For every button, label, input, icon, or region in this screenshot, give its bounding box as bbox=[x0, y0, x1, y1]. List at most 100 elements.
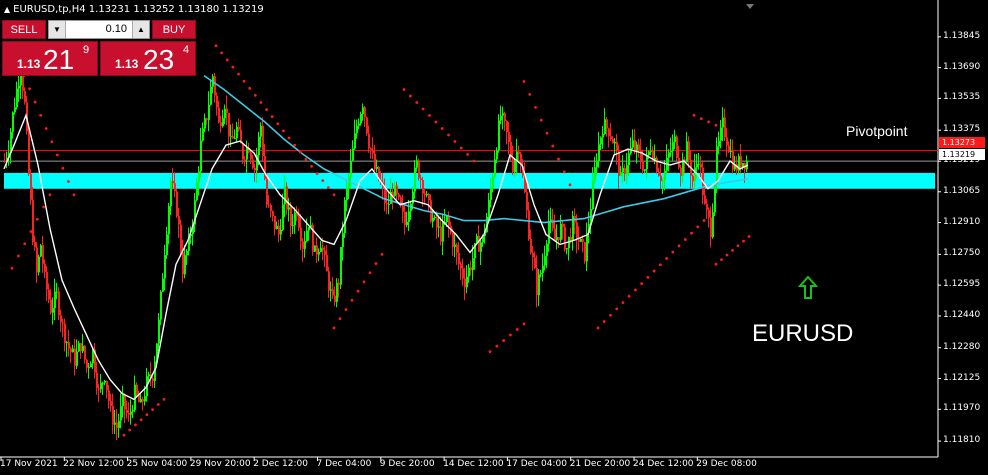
candle-body bbox=[342, 233, 344, 247]
sar-dot bbox=[692, 113, 696, 117]
candle-body bbox=[560, 223, 562, 241]
moving-averages-layer bbox=[3, 74, 749, 401]
candle-body bbox=[98, 388, 100, 390]
candle-body bbox=[24, 91, 26, 103]
candle-body bbox=[126, 409, 128, 413]
sar-dot bbox=[362, 280, 366, 284]
candle-body bbox=[538, 274, 540, 296]
price-tick-label: 1.13845 bbox=[943, 30, 981, 41]
candle-body bbox=[618, 151, 620, 176]
candle-body bbox=[202, 128, 204, 141]
sar-dot bbox=[134, 423, 137, 427]
candle-body bbox=[442, 222, 444, 242]
candle-body bbox=[648, 151, 650, 156]
candle-body bbox=[644, 169, 646, 171]
sar-dot bbox=[35, 217, 39, 221]
candle-body bbox=[292, 225, 294, 227]
candle-body bbox=[604, 119, 606, 134]
candle-body bbox=[576, 222, 578, 240]
candle-body bbox=[262, 125, 264, 157]
candle-body bbox=[384, 187, 386, 204]
collapse-triangle-icon[interactable]: ▲ bbox=[4, 5, 10, 14]
sar-dot bbox=[61, 166, 65, 170]
bid-price-label: 1.13219 bbox=[939, 149, 985, 160]
lot-size-field[interactable]: ▼ 0.10 ▲ bbox=[48, 20, 150, 39]
candle-body bbox=[16, 88, 18, 108]
lot-increase-icon[interactable]: ▲ bbox=[132, 21, 149, 38]
candle-body bbox=[542, 265, 544, 273]
candle-body bbox=[462, 268, 464, 279]
candle-body bbox=[158, 319, 160, 344]
candle-body bbox=[246, 147, 248, 160]
sar-dot bbox=[568, 183, 572, 187]
candle-body bbox=[638, 144, 640, 151]
sell-button[interactable]: SELL bbox=[2, 20, 46, 39]
candle-body bbox=[140, 399, 142, 403]
candle-body bbox=[100, 382, 102, 390]
candle-body bbox=[330, 289, 332, 291]
candle-body bbox=[634, 140, 636, 151]
candle-body bbox=[116, 422, 118, 428]
sar-dot bbox=[287, 136, 291, 140]
candle-body bbox=[714, 184, 716, 213]
candle-body bbox=[534, 257, 536, 269]
buy-button[interactable]: BUY bbox=[152, 20, 196, 39]
candle-body bbox=[540, 272, 542, 275]
sar-dot bbox=[699, 117, 703, 121]
candle-body bbox=[512, 157, 514, 173]
candle-body bbox=[624, 167, 626, 174]
sell-quote-button[interactable]: 1.13 21 9 bbox=[2, 41, 98, 76]
candle-body bbox=[320, 247, 322, 252]
candle-body bbox=[118, 420, 120, 428]
candle-body bbox=[30, 174, 32, 200]
candle-body bbox=[60, 315, 62, 323]
candle-body bbox=[668, 152, 670, 158]
candle-body bbox=[316, 245, 318, 255]
candle-body bbox=[468, 267, 470, 277]
sar-dot bbox=[557, 157, 560, 161]
candle-body bbox=[314, 245, 316, 252]
sar-dot bbox=[402, 88, 406, 91]
sar-dot bbox=[671, 250, 675, 254]
ask-big-digits: 23 bbox=[143, 44, 175, 75]
chart-header: ▲ EURUSD,tp,H4 1.13231 1.13252 1.13180 1.… bbox=[4, 4, 264, 15]
candle-body bbox=[354, 133, 356, 149]
candle-body bbox=[458, 252, 460, 265]
sar-dot bbox=[145, 413, 149, 417]
candle-body bbox=[288, 207, 290, 210]
candles-layer bbox=[4, 66, 748, 441]
candle-body bbox=[270, 204, 272, 212]
candle-body bbox=[502, 113, 504, 116]
candle-body bbox=[324, 250, 326, 255]
sar-dot bbox=[344, 308, 348, 311]
bid-pipette: 9 bbox=[83, 44, 90, 56]
candle-body bbox=[46, 272, 48, 290]
sar-dot bbox=[225, 58, 229, 62]
candle-body bbox=[352, 148, 354, 161]
candle-body bbox=[34, 242, 36, 248]
candle-body bbox=[96, 372, 98, 389]
sar-dot bbox=[725, 253, 729, 257]
sar-dot bbox=[231, 65, 235, 69]
sar-dot bbox=[356, 289, 360, 293]
sar-dot bbox=[707, 120, 711, 124]
sar-dot bbox=[259, 101, 263, 104]
candle-body bbox=[556, 237, 558, 241]
candle-body bbox=[706, 203, 708, 210]
lot-decrease-icon[interactable]: ▼ bbox=[49, 21, 66, 38]
lot-size-value[interactable]: 0.10 bbox=[106, 23, 127, 35]
candle-body bbox=[564, 226, 566, 250]
candle-body bbox=[656, 157, 658, 172]
candle-body bbox=[552, 219, 554, 229]
sar-dot bbox=[640, 282, 644, 286]
candle-body bbox=[318, 251, 320, 255]
candle-body bbox=[532, 252, 534, 258]
candle-body bbox=[4, 160, 6, 162]
candle-body bbox=[440, 226, 442, 242]
candle-body bbox=[406, 221, 408, 226]
candle-body bbox=[394, 185, 396, 197]
candle-body bbox=[622, 167, 624, 173]
candle-body bbox=[488, 199, 490, 217]
buy-quote-button[interactable]: 1.13 23 4 bbox=[100, 41, 196, 76]
sar-dot bbox=[48, 193, 52, 197]
